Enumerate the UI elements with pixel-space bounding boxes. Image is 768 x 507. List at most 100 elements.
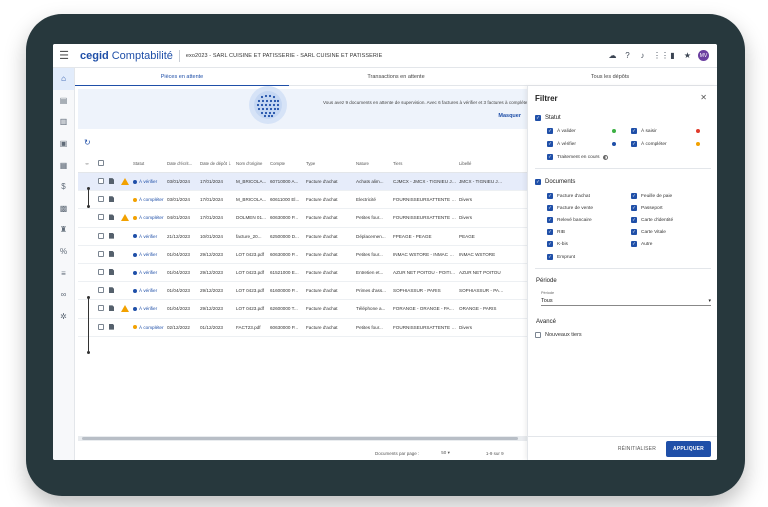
sort-arrow-icon[interactable]: ↓ <box>228 161 231 167</box>
checkbox[interactable]: ✓ <box>631 128 637 134</box>
doc-option[interactable]: ✓ K-bis <box>547 241 568 247</box>
checkbox[interactable]: ✓ <box>631 241 637 247</box>
row-checkbox[interactable] <box>98 214 104 221</box>
checkbox[interactable]: ✓ <box>547 141 553 147</box>
periode-select[interactable]: Tous ▾ <box>541 296 711 306</box>
documents-checkbox[interactable]: ✓ <box>535 179 541 185</box>
document-icon[interactable] <box>109 196 114 203</box>
checkbox[interactable]: ✓ <box>547 217 553 223</box>
table-row[interactable]: À vérifier 01/04/2023 29/12/2023 LOT 0423.p… <box>78 264 527 283</box>
col-libelle[interactable]: Libellé <box>459 161 506 166</box>
doc-option[interactable]: ✓ Carte Vitale <box>631 229 666 235</box>
doc-option[interactable]: ✓ Autre <box>631 241 652 247</box>
ledger-icon[interactable]: ▦ <box>53 154 74 176</box>
tab-transactions-en-attente[interactable]: Transactions en attente <box>289 68 503 85</box>
doc-option[interactable]: ✓ Emprunt <box>547 254 575 260</box>
option-a-valider[interactable]: ✓ À valider <box>547 128 576 134</box>
row-checkbox[interactable] <box>98 196 104 203</box>
doc-option[interactable]: ✓ Passeport <box>631 205 663 211</box>
hamburger-menu-icon[interactable]: ☰ <box>53 44 75 68</box>
row-checkbox[interactable] <box>98 250 104 257</box>
document-icon[interactable] <box>109 214 114 221</box>
col-tiers[interactable]: Tiers <box>393 161 459 166</box>
table-row[interactable]: À vérifier 01/04/2023 29/12/2023 LOT 0423.p… <box>78 282 527 301</box>
table-row[interactable]: À vérifier 01/04/2023 29/12/2023 LOT 0423.p… <box>78 246 527 264</box>
building-icon[interactable]: ▩ <box>53 198 74 220</box>
star-icon[interactable]: ★ <box>683 51 692 60</box>
stamp-icon[interactable]: ♜ <box>53 219 74 241</box>
checkbox[interactable]: ✓ <box>547 154 553 160</box>
document-icon[interactable] <box>109 178 114 185</box>
link-icon[interactable]: ∞ <box>53 284 74 306</box>
checkbox[interactable]: ✓ <box>631 229 637 235</box>
col-nature[interactable]: Nature <box>356 161 393 166</box>
checkbox[interactable]: ✓ <box>631 141 637 147</box>
home-icon[interactable]: ⌂ <box>53 68 74 90</box>
checkbox[interactable]: ✓ <box>547 254 553 260</box>
tab-pieces-en-attente[interactable]: Pièces en attente <box>75 68 289 86</box>
company-selector[interactable]: exo2023 - SARL CUISINE ET PATISSERIE - S… <box>186 53 383 59</box>
checkbox[interactable]: ✓ <box>547 241 553 247</box>
option-nouveaux-tiers[interactable]: Nouveaux tiers <box>535 332 582 338</box>
doc-option[interactable]: ✓ RIB <box>547 229 565 235</box>
table-row[interactable]: À vérifier 03/01/2024 17/01/2024 M_BRICOLA.… <box>78 173 527 192</box>
list-icon[interactable]: ≡ <box>53 262 74 284</box>
row-checkbox[interactable] <box>98 269 104 276</box>
doc-option[interactable]: ✓ Facture de vente <box>547 205 593 211</box>
option-a-verifier[interactable]: ✓ À vérifier <box>547 141 576 147</box>
apply-button[interactable]: APPLIQUER <box>666 440 711 457</box>
select-all-checkbox[interactable] <box>98 160 104 166</box>
option-a-completer[interactable]: ✓ À compléter <box>631 141 667 147</box>
document-icon[interactable] <box>109 250 114 257</box>
table-row[interactable]: À vérifier 21/12/2023 10/01/2024 facture_20… <box>78 228 527 246</box>
doc-option[interactable]: ✓ Feuille de paie <box>631 193 672 199</box>
cloud-icon[interactable]: ☁ <box>608 51 617 60</box>
table-row[interactable]: À compléter 04/01/2024 17/01/2024 DOLMEN 01… <box>78 209 527 228</box>
bank-icon[interactable]: ▥ <box>53 111 74 133</box>
row-checkbox[interactable] <box>98 305 104 312</box>
document-icon[interactable] <box>109 232 114 239</box>
table-row[interactable]: À compléter 02/12/2022 01/12/2023 FACT23.pd… <box>78 319 527 337</box>
document-icon[interactable] <box>109 323 114 330</box>
reset-button[interactable]: RÉINITIALISER <box>614 443 660 455</box>
checkbox[interactable]: ✓ <box>547 193 553 199</box>
statut-section[interactable]: ✓ Statut <box>535 115 561 121</box>
option-traitement-en-cours[interactable]: ✓ Traitement en cours <box>547 154 609 160</box>
refresh-icon[interactable]: ↻ <box>84 138 91 147</box>
settings-icon[interactable]: ✲ <box>53 306 74 328</box>
checkbox[interactable] <box>535 332 541 338</box>
checkbox[interactable]: ✓ <box>547 229 553 235</box>
checkbox[interactable]: ✓ <box>547 205 553 211</box>
col-date-ecriture[interactable]: Date d'écrit... <box>167 161 200 166</box>
tab-tous-les-depots[interactable]: Tous les dépôts <box>503 68 717 85</box>
help-icon[interactable]: ? <box>623 51 632 60</box>
row-checkbox[interactable] <box>98 178 104 185</box>
percent-icon[interactable]: % <box>53 241 74 263</box>
col-type[interactable]: Type <box>306 161 356 166</box>
journal-icon[interactable]: ▤ <box>53 90 74 112</box>
col-statut[interactable]: Statut <box>133 161 167 166</box>
col-compte[interactable]: Compte <box>270 161 306 166</box>
apps-grid-icon[interactable]: ⋮⋮ <box>653 51 669 60</box>
statut-checkbox[interactable]: ✓ <box>535 115 541 121</box>
doc-option[interactable]: ✓ Relevé bancaire <box>547 217 592 223</box>
document-icon[interactable] <box>109 305 114 312</box>
avatar[interactable]: MV <box>698 50 709 61</box>
table-row[interactable]: À compléter 03/01/2024 17/01/2024 M_BRICOLA… <box>78 191 527 210</box>
checkbox[interactable]: ✓ <box>631 217 637 223</box>
doc-option[interactable]: ✓ Facture d'achat <box>547 193 590 199</box>
row-checkbox[interactable] <box>98 287 104 294</box>
scrollbar-thumb[interactable] <box>82 437 518 440</box>
horizontal-scrollbar[interactable] <box>78 436 527 441</box>
money-icon[interactable]: $ <box>53 176 74 198</box>
documents-section[interactable]: ✓ Documents <box>535 179 575 185</box>
hide-banner-link[interactable]: Masquer <box>498 113 521 119</box>
checkbox[interactable]: ✓ <box>547 128 553 134</box>
close-icon[interactable]: ✕ <box>700 93 707 102</box>
col-date-depot[interactable]: Date de dépôt ↓ <box>200 161 236 167</box>
documents-icon[interactable]: ▣ <box>53 133 74 155</box>
per-page-select[interactable]: 50 ▾ <box>441 450 450 456</box>
checkbox[interactable]: ✓ <box>631 193 637 199</box>
book-icon[interactable]: ▮ <box>668 51 677 60</box>
bell-icon[interactable]: ♪ <box>638 51 647 60</box>
